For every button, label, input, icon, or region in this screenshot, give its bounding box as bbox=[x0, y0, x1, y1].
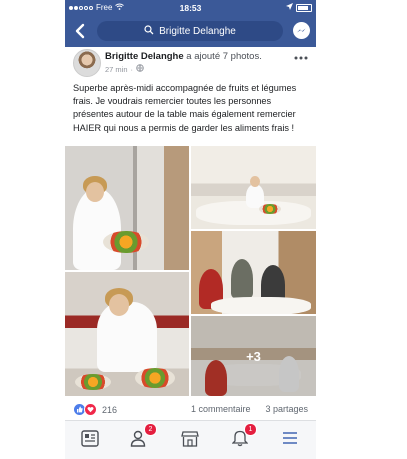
reactions-bar: 216 1 commentaire 3 partages bbox=[65, 400, 316, 420]
search-header: Brigitte Delanghe bbox=[65, 17, 316, 47]
tab-news-feed[interactable] bbox=[79, 427, 101, 449]
photo-chef-with-platter[interactable] bbox=[65, 146, 189, 270]
tab-menu[interactable] bbox=[279, 427, 301, 449]
phone-screen: Free 18:53 Brigitte Delanghe Brigitte De… bbox=[65, 0, 316, 459]
tab-friends[interactable]: 2 bbox=[129, 423, 157, 449]
status-bar: Free 18:53 bbox=[65, 0, 316, 16]
battery-icon bbox=[296, 3, 312, 12]
marketplace-icon bbox=[181, 430, 199, 447]
post-text: Superbe après-midi accompagnée de fruits… bbox=[73, 83, 297, 133]
notifications-badge: 1 bbox=[244, 423, 257, 436]
photo-guests-dining[interactable] bbox=[191, 231, 316, 314]
photo-chef-cutting[interactable] bbox=[65, 272, 189, 396]
back-button[interactable] bbox=[71, 21, 91, 41]
comments-count[interactable]: 1 commentaire bbox=[191, 404, 251, 414]
photo-dining-room[interactable]: +3 bbox=[191, 316, 316, 396]
more-photos-overlay[interactable]: +3 bbox=[191, 316, 316, 396]
bottom-tab-bar: 2 1 bbox=[65, 420, 316, 459]
post-action: a ajouté 7 photos. bbox=[183, 51, 262, 62]
reaction-count: 216 bbox=[102, 404, 118, 415]
chevron-left-icon bbox=[75, 23, 85, 39]
friends-badge: 2 bbox=[144, 423, 157, 436]
post-time[interactable]: 27 min bbox=[105, 65, 128, 74]
globe-icon bbox=[136, 64, 144, 74]
top-bar: Free 18:53 Brigitte Delanghe bbox=[65, 0, 316, 47]
heart-icon bbox=[84, 403, 97, 416]
tab-notifications[interactable]: 1 bbox=[229, 423, 257, 449]
photo-kitchen-table[interactable] bbox=[191, 146, 316, 229]
more-dots-icon bbox=[294, 56, 308, 60]
location-arrow-icon bbox=[286, 3, 293, 12]
search-field[interactable]: Brigitte Delanghe bbox=[97, 21, 283, 41]
avatar[interactable] bbox=[73, 49, 101, 77]
reaction-summary[interactable]: 216 bbox=[73, 403, 117, 416]
shares-count[interactable]: 3 partages bbox=[265, 404, 308, 414]
messenger-icon bbox=[297, 28, 306, 33]
photo-grid: +3 bbox=[65, 146, 316, 396]
author-name[interactable]: Brigitte Delanghe bbox=[105, 51, 184, 62]
tab-marketplace[interactable] bbox=[179, 427, 201, 449]
search-icon bbox=[144, 24, 154, 38]
search-query: Brigitte Delanghe bbox=[159, 25, 236, 37]
clock: 18:53 bbox=[179, 3, 202, 13]
news-feed-icon bbox=[81, 429, 99, 447]
post-header: Brigitte Delanghe a ajouté 7 photos. 27 … bbox=[65, 47, 316, 77]
menu-icon bbox=[283, 432, 297, 444]
messenger-button[interactable] bbox=[293, 22, 310, 39]
more-options-button[interactable] bbox=[294, 49, 308, 63]
